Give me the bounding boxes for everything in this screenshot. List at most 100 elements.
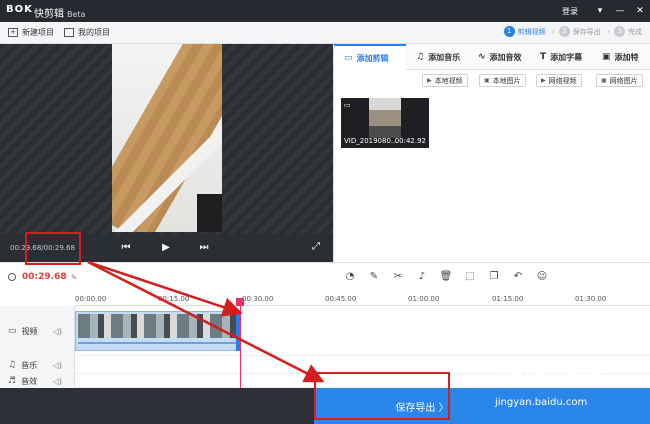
video-clip[interactable] [75,311,240,351]
online-video-label: 网络视频 [548,76,577,85]
app-logo: BOK [6,4,33,15]
tab-label: 添加音乐 [428,52,461,62]
annotation-box-export [314,372,450,420]
local-image-label: 本地图片 [492,76,521,85]
baidu-watermark: Baidu 经验 [497,366,603,388]
tab-add-subtitle[interactable]: T 添加字幕 [530,44,592,70]
play-icon[interactable]: ▶ [158,240,174,256]
clip-filmstrip [78,314,238,338]
online-image-button[interactable]: ▣ 网络图片 [596,74,643,87]
camera-icon: ▭ [344,53,353,63]
bell-icon[interactable]: ♪ [415,270,429,284]
timeline-time: 00:29.68 ✎ [8,272,77,282]
scissors-icon[interactable]: ✂ [391,270,405,284]
tab-add-music[interactable]: ♫ 添加音乐 [406,44,468,70]
playhead-handle[interactable] [236,298,244,306]
step-label: 保存导出 [572,27,601,36]
step-indicator: 1 剪辑视频 › 2 保存导出 › 3 完成 [500,26,642,37]
speaker-icon[interactable]: ◁) [53,327,62,336]
speed-icon[interactable]: ◔ [343,270,357,284]
online-image-label: 网络图片 [609,76,638,85]
title-bar: BOK 快剪辑 Beta 登录 ▾ — ✕ [0,0,650,22]
app-name: 快剪辑 [34,9,64,20]
new-project-label: 新建项目 [22,28,54,37]
folder-icon [64,28,74,37]
online-video-button[interactable]: ▶ 网络视频 [536,74,582,87]
ruler-label: 00:30.00 [242,295,274,303]
video-preview: 00:29.68/00:29.68 ⏮ ▶ ⏭ ⤢ [0,44,333,262]
media-thumbnail [369,98,401,138]
undo-icon[interactable]: ↶ [511,270,525,284]
image-file-icon: ▣ [484,77,490,84]
playhead[interactable] [240,299,241,388]
local-video-button[interactable]: ▶ 本地视频 [422,74,468,87]
main-toolbar: + 新建项目 我的项目 1 剪辑视频 › 2 保存导出 › 3 完成 [0,22,650,44]
previous-frame-icon[interactable]: ⏮ [118,240,134,256]
close-icon[interactable]: ✕ [630,0,650,22]
clip-audio-line [78,342,238,344]
timeline-current-time: 00:29.68 [22,272,67,282]
app-tag: Beta [67,10,86,19]
ruler-label: 00:45.00 [325,295,357,303]
speaker-icon[interactable]: ◁) [53,377,62,386]
timeline-ruler[interactable]: 00:00.00 00:15.00 00:30.00 00:45.00 01:0… [75,292,650,306]
panel-tabs: ▭ 添加剪辑 ♫ 添加音乐 ∿ 添加音效 T 添加字幕 ▣ 添加特 [334,44,650,70]
preview-frame [112,44,222,232]
sfx-icon: ♬ [8,376,17,386]
fullscreen-icon[interactable]: ⤢ [309,240,323,254]
emoji-icon[interactable]: ☺ [535,270,549,284]
edit-time-icon[interactable]: ✎ [71,273,78,282]
media-duration: 00:42.92 [394,137,426,145]
new-project-button[interactable]: + 新建项目 [8,27,54,38]
ruler-label: 01:00.00 [408,295,440,303]
local-image-button[interactable]: ▣ 本地图片 [479,74,526,87]
pencil-icon[interactable]: ✎ [367,270,381,284]
ruler-label: 00:00.00 [75,295,107,303]
local-video-label: 本地视频 [434,76,463,85]
ruler-label: 01:30.00 [575,295,607,303]
effects-icon: ▣ [602,52,611,62]
ruler-label: 00:15.00 [158,295,190,303]
sfx-track-header: ♬ 音效 ◁) [0,374,75,388]
my-projects-button[interactable]: 我的项目 [64,27,110,38]
video-track-header: ▭ 视频 ◁) [0,306,75,356]
media-item[interactable]: ▭ VID_2019080... 00:42.92 [341,98,429,148]
online-video-icon: ▶ [541,77,546,84]
dropdown-icon[interactable]: ▾ [590,0,610,22]
tab-label: 添加音效 [489,52,522,62]
speaker-icon[interactable]: ◁) [53,361,62,370]
video-file-icon: ▶ [427,77,432,84]
chevron-right-icon: › [606,27,610,36]
tab-label: 添加剪辑 [356,53,389,63]
text-icon: T [540,52,547,62]
tab-add-clip[interactable]: ▭ 添加剪辑 [334,44,406,70]
copy-icon[interactable]: ❐ [487,270,501,284]
tab-label: 添加特 [614,52,639,62]
step-number: 1 [503,26,515,37]
step-edit: 1 剪辑视频 [503,26,546,37]
music-track-header: ♫ 音乐 ◁) [0,356,75,374]
crop-icon[interactable]: ⬚ [463,270,477,284]
baidu-watermark-url: jingyan.baidu.com [495,397,588,408]
video-track-label: 视频 [21,326,38,336]
tab-add-sfx[interactable]: ∿ 添加音效 [468,44,530,70]
clock-icon [8,273,16,281]
ruler-label: 01:15.00 [492,295,524,303]
music-icon: ♫ [416,52,425,62]
step-export: 2 保存导出 [558,26,601,37]
step-label: 剪辑视频 [517,27,546,36]
annotation-box-timecode [25,232,81,265]
my-projects-label: 我的项目 [78,28,110,37]
next-frame-icon[interactable]: ⏭ [196,240,212,256]
delete-icon[interactable]: 🗑 [439,270,453,284]
preview-shadow [197,194,222,232]
tab-add-effects[interactable]: ▣ 添加特 [592,44,650,70]
chevron-right-icon: › [551,27,555,36]
media-name: VID_2019080... [344,137,398,145]
step-number: 2 [558,26,570,37]
waveform-icon: ∿ [478,52,486,62]
login-link[interactable]: 登录 [562,6,578,17]
minimize-icon[interactable]: — [610,0,630,22]
step-number: 3 [614,26,625,37]
video-track-icon: ▭ [8,326,17,336]
